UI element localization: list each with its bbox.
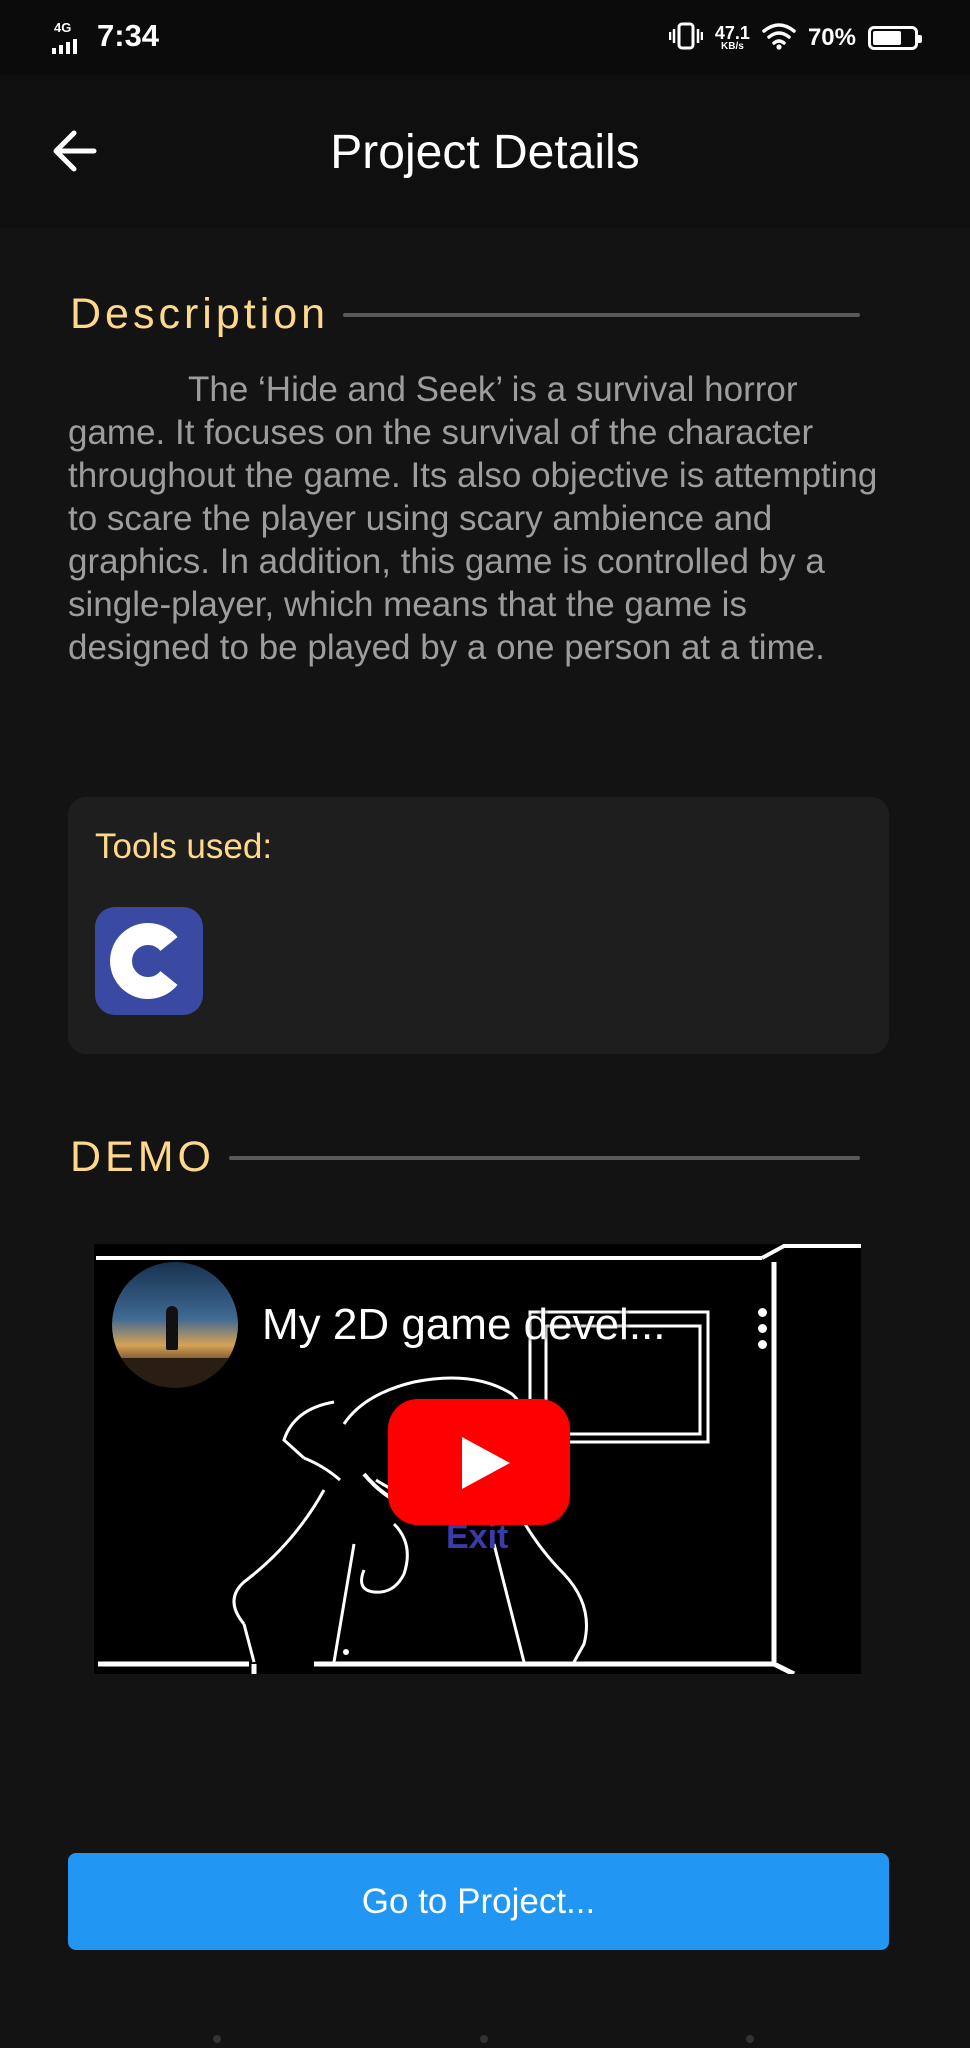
tools-label: Tools used: xyxy=(95,827,273,866)
tools-card: Tools used: xyxy=(68,797,889,1054)
battery-percent: 70% xyxy=(807,24,856,51)
section-title-description: Description xyxy=(70,290,330,338)
channel-avatar[interactable] xyxy=(112,1262,238,1388)
app-bar: Project Details xyxy=(0,75,970,228)
c-language-icon xyxy=(95,907,203,1015)
network-type: 4G xyxy=(54,20,72,35)
youtube-play-icon[interactable] xyxy=(388,1399,570,1525)
page-title: Project Details xyxy=(330,126,640,179)
nav-indicator xyxy=(0,2035,970,2045)
demo-header: DEMO xyxy=(70,1133,860,1182)
description-text: The ‘Hide and Seek’ is a survival horror… xyxy=(68,370,878,667)
network-speed: 47.1 KB/s xyxy=(714,23,750,52)
divider xyxy=(229,1155,860,1160)
kebab-menu-icon[interactable] xyxy=(752,1308,772,1356)
divider xyxy=(343,312,860,317)
signal-icon: 4G xyxy=(52,20,82,54)
description-header: Description xyxy=(70,290,860,339)
status-bar: 4G 7:34 47.1 KB/s 70% xyxy=(0,0,970,75)
vibrate-icon xyxy=(668,21,704,56)
section-title-demo: DEMO xyxy=(70,1133,215,1181)
go-to-project-button[interactable]: Go to Project... xyxy=(68,1853,889,1950)
video-player[interactable]: Exit My 2D game devel... xyxy=(94,1244,861,1674)
wifi-icon xyxy=(762,22,796,55)
clock: 7:34 xyxy=(97,18,160,53)
battery-icon xyxy=(868,26,922,50)
video-title[interactable]: My 2D game devel... xyxy=(262,1300,666,1350)
